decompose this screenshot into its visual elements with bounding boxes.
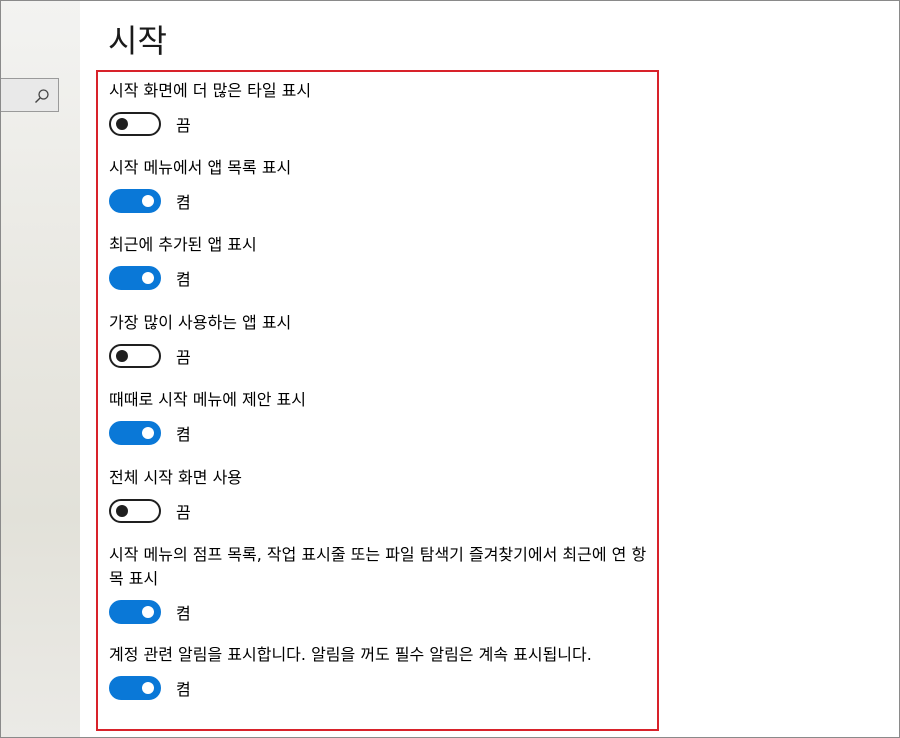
toggle-switch[interactable]	[109, 344, 161, 368]
setting-account-notifications: 계정 관련 알림을 표시합니다. 알림을 꺼도 필수 알림은 계속 표시됩니다.…	[109, 643, 649, 700]
toggle-knob	[142, 272, 154, 284]
toggle-state-label: 켬	[176, 680, 191, 699]
toggle-state-label: 켬	[176, 193, 191, 212]
search-icon[interactable]	[34, 88, 50, 104]
toggle-state-label: 끔	[176, 116, 191, 135]
main-panel: 시작 시작 화면에 더 많은 타일 표시 끔 시작 메뉴에서 앱 목록 표시 켬…	[80, 0, 898, 736]
setting-app-list: 시작 메뉴에서 앱 목록 표시 켬	[109, 156, 649, 213]
setting-recent-items: 시작 메뉴의 점프 목록, 작업 표시줄 또는 파일 탐색기 즐겨찾기에서 최근…	[109, 543, 649, 624]
toggle-switch[interactable]	[109, 600, 161, 624]
toggle-knob	[142, 195, 154, 207]
toggle-row: 끔	[109, 112, 649, 136]
toggle-knob	[142, 606, 154, 618]
toggle-row: 끔	[109, 499, 649, 523]
toggle-switch[interactable]	[109, 189, 161, 213]
toggle-knob	[142, 427, 154, 439]
toggle-row: 켬	[109, 600, 649, 624]
search-box[interactable]	[1, 78, 59, 112]
toggle-row: 끔	[109, 344, 649, 368]
toggle-switch[interactable]	[109, 421, 161, 445]
toggle-knob	[116, 505, 128, 517]
setting-most-used: 가장 많이 사용하는 앱 표시 끔	[109, 311, 649, 368]
toggle-switch[interactable]	[109, 112, 161, 136]
setting-suggestions: 때때로 시작 메뉴에 제안 표시 켬	[109, 388, 649, 445]
setting-label: 계정 관련 알림을 표시합니다. 알림을 꺼도 필수 알림은 계속 표시됩니다.	[109, 645, 592, 664]
setting-recently-added: 최근에 추가된 앱 표시 켬	[109, 233, 649, 290]
setting-label: 최근에 추가된 앱 표시	[109, 235, 257, 254]
setting-more-tiles: 시작 화면에 더 많은 타일 표시 끔	[109, 79, 649, 136]
toggle-knob	[116, 350, 128, 362]
toggle-switch[interactable]	[109, 266, 161, 290]
toggle-switch[interactable]	[109, 499, 161, 523]
toggle-knob	[142, 682, 154, 694]
setting-label: 가장 많이 사용하는 앱 표시	[109, 313, 292, 332]
toggle-knob	[116, 118, 128, 130]
page-title: 시작	[108, 22, 167, 60]
setting-full-screen: 전체 시작 화면 사용 끔	[109, 466, 649, 523]
toggle-row: 켬	[109, 676, 649, 700]
setting-label: 시작 화면에 더 많은 타일 표시	[109, 81, 312, 100]
toggle-row: 켬	[109, 421, 649, 445]
sidebar	[1, 1, 80, 737]
toggle-state-label: 켬	[176, 425, 191, 444]
setting-label: 전체 시작 화면 사용	[109, 468, 243, 487]
setting-label: 시작 메뉴의 점프 목록, 작업 표시줄 또는 파일 탐색기 즐겨찾기에서 최근…	[109, 545, 647, 588]
toggle-state-label: 켬	[176, 270, 191, 289]
setting-label: 시작 메뉴에서 앱 목록 표시	[109, 158, 292, 177]
setting-label: 때때로 시작 메뉴에 제안 표시	[109, 390, 306, 409]
toggle-row: 켬	[109, 189, 649, 213]
toggle-state-label: 끔	[176, 503, 191, 522]
toggle-row: 켬	[109, 266, 649, 290]
toggle-state-label: 켬	[176, 604, 191, 623]
toggle-state-label: 끔	[176, 348, 191, 367]
toggle-switch[interactable]	[109, 676, 161, 700]
